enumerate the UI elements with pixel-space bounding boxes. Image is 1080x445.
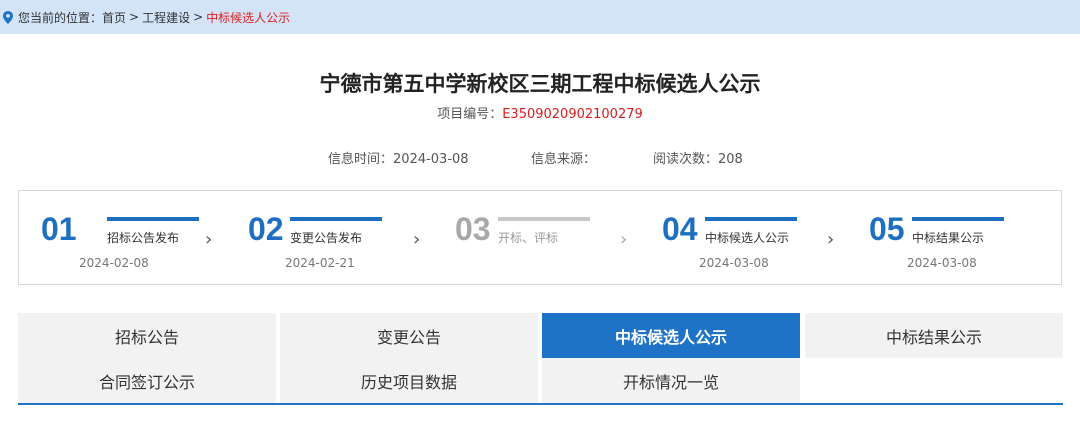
step-bar <box>705 217 797 221</box>
step-label[interactable]: 开标、评标 <box>498 229 558 246</box>
step-bar <box>107 217 199 221</box>
breadcrumb-home-link[interactable]: 首页 <box>102 9 126 26</box>
progress-steps: 01 招标公告发布 2024-02-08 › 02 变更公告发布 2024-02… <box>18 190 1062 285</box>
step-bar <box>912 217 1004 221</box>
info-time: 信息时间：2024-03-08 <box>328 152 469 167</box>
step-date: 2024-03-08 <box>699 256 769 270</box>
breadcrumb-current: 中标候选人公示 <box>206 10 291 25</box>
project-code-value: E3509020902100279 <box>502 107 643 122</box>
step-number: 03 <box>455 211 491 247</box>
tab-history-data[interactable]: 历史项目数据 <box>280 358 538 403</box>
chevron-right-icon: › <box>620 229 628 250</box>
tab-tender-notice[interactable]: 招标公告 <box>18 313 276 358</box>
step-label[interactable]: 变更公告发布 <box>290 229 362 246</box>
project-code-label: 项目编号： <box>437 107 503 122</box>
step-date: 2024-03-08 <box>907 256 977 270</box>
step-number: 04 <box>662 211 698 247</box>
chevron-right-icon: › <box>205 229 213 250</box>
step-label[interactable]: 中标结果公示 <box>912 229 984 246</box>
step-date: 2024-02-21 <box>285 256 355 270</box>
breadcrumb: 您当前的位置： 首页 > 工程建设 > 中标候选人公示 <box>0 0 1080 34</box>
page-title: 宁德市第五中学新校区三期工程中标候选人公示 <box>319 72 761 96</box>
tab-bid-opening[interactable]: 开标情况一览 <box>542 358 800 403</box>
step-date: 2024-02-08 <box>79 256 149 270</box>
step-number: 02 <box>248 211 284 247</box>
info-source: 信息来源： <box>531 152 597 167</box>
step-bar <box>498 217 590 221</box>
tab-underline <box>18 403 1063 405</box>
tab-contract-notice[interactable]: 合同签订公示 <box>18 358 276 403</box>
tab-result-notice[interactable]: 中标结果公示 <box>805 313 1063 358</box>
step-number: 05 <box>869 211 905 247</box>
location-pin-icon <box>3 10 13 24</box>
step-number: 01 <box>41 211 77 247</box>
tab-change-notice[interactable]: 变更公告 <box>280 313 538 358</box>
tab-candidate-notice[interactable]: 中标候选人公示 <box>542 313 800 358</box>
step-label[interactable]: 中标候选人公示 <box>705 229 789 246</box>
breadcrumb-separator: > <box>129 10 140 24</box>
step-label[interactable]: 招标公告发布 <box>107 229 179 246</box>
breadcrumb-prefix: 您当前的位置： <box>18 10 103 25</box>
view-count: 阅读次数：208 <box>653 152 743 167</box>
chevron-right-icon: › <box>827 229 835 250</box>
step-bar <box>290 217 382 221</box>
breadcrumb-engineering-link[interactable]: 工程建设 <box>142 9 190 26</box>
chevron-right-icon: › <box>413 229 421 250</box>
breadcrumb-separator: > <box>193 10 204 24</box>
project-code: 项目编号：E3509020902100279 <box>0 103 1080 122</box>
